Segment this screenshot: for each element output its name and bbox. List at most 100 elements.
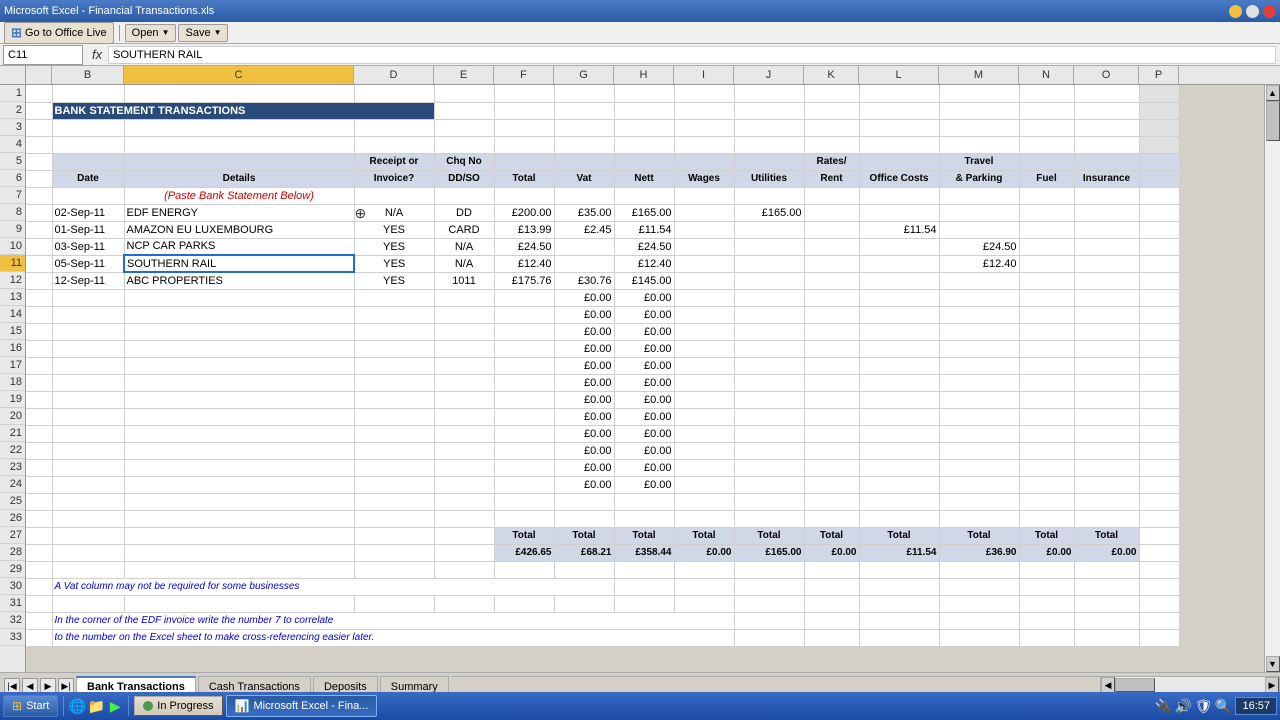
cell-m12[interactable] — [939, 272, 1019, 289]
tray-network-icon[interactable]: 🔌 — [1155, 698, 1171, 714]
cell-m14[interactable] — [939, 306, 1019, 323]
cell-j9[interactable] — [734, 221, 804, 238]
cell-m31[interactable] — [939, 595, 1019, 612]
cell-i9[interactable] — [674, 221, 734, 238]
row-num-3[interactable]: 3 — [0, 119, 25, 136]
cell-j3[interactable] — [734, 119, 804, 136]
cell-d13[interactable] — [354, 289, 434, 306]
cell-b32-note2[interactable]: In the corner of the EDF invoice write t… — [52, 612, 734, 629]
cell-p4[interactable] — [1139, 136, 1179, 153]
row-num-31[interactable]: 31 — [0, 595, 25, 612]
cell-b13[interactable] — [52, 289, 124, 306]
cell-j15[interactable] — [734, 323, 804, 340]
cell-j5-utilities[interactable] — [734, 153, 804, 170]
hscroll-thumb[interactable] — [1115, 678, 1155, 692]
cell-g26[interactable] — [554, 510, 614, 527]
col-header-i[interactable]: I — [674, 66, 734, 84]
row-num-10[interactable]: 10 — [0, 238, 25, 255]
cell-d19[interactable] — [354, 391, 434, 408]
row-num-29[interactable]: 29 — [0, 561, 25, 578]
cell-c14[interactable] — [124, 306, 354, 323]
cell-g15[interactable]: £0.00 — [554, 323, 614, 340]
cell-c3[interactable] — [124, 119, 354, 136]
cell-j29[interactable] — [734, 561, 804, 578]
cell-l20[interactable] — [859, 408, 939, 425]
cell-l29[interactable] — [859, 561, 939, 578]
cell-i18[interactable] — [674, 374, 734, 391]
cell-l16[interactable] — [859, 340, 939, 357]
cell-n15[interactable] — [1019, 323, 1074, 340]
cell-g31[interactable] — [554, 595, 614, 612]
cell-l33[interactable] — [859, 629, 939, 646]
cell-b18[interactable] — [52, 374, 124, 391]
row-num-5[interactable]: 5 — [0, 153, 25, 170]
cell-i16[interactable] — [674, 340, 734, 357]
cell-l12[interactable] — [859, 272, 939, 289]
cell-a14[interactable] — [26, 306, 52, 323]
cell-a2[interactable] — [26, 102, 52, 119]
cell-d24[interactable] — [354, 476, 434, 493]
cell-n28-val[interactable]: £0.00 — [1019, 544, 1074, 561]
cell-c16[interactable] — [124, 340, 354, 357]
cell-b33-note3[interactable]: to the number on the Excel sheet to make… — [52, 629, 734, 646]
cell-n26[interactable] — [1019, 510, 1074, 527]
cell-e12-chq[interactable]: 1011 — [434, 272, 494, 289]
cell-d10-receipt[interactable]: YES — [354, 238, 434, 255]
cell-n14[interactable] — [1019, 306, 1074, 323]
cell-h26[interactable] — [614, 510, 674, 527]
cell-h5-nett[interactable] — [614, 153, 674, 170]
cell-o12[interactable] — [1074, 272, 1139, 289]
row-num-4[interactable]: 4 — [0, 136, 25, 153]
col-header-h[interactable]: H — [614, 66, 674, 84]
col-header-k[interactable]: K — [804, 66, 859, 84]
cell-a20[interactable] — [26, 408, 52, 425]
cell-b31[interactable] — [52, 595, 124, 612]
cell-c26[interactable] — [124, 510, 354, 527]
cell-e31[interactable] — [434, 595, 494, 612]
cell-i26[interactable] — [674, 510, 734, 527]
cell-i27-total[interactable]: Total — [674, 527, 734, 544]
cell-e4[interactable] — [434, 136, 494, 153]
cell-o29[interactable] — [1074, 561, 1139, 578]
cell-h3[interactable] — [614, 119, 674, 136]
cell-h4[interactable] — [614, 136, 674, 153]
cell-p14[interactable] — [1139, 306, 1179, 323]
col-header-n[interactable]: N — [1019, 66, 1074, 84]
cell-b6-date[interactable]: Date — [52, 170, 124, 187]
cell-b9-date[interactable]: 01-Sep-11 — [52, 221, 124, 238]
cell-h1[interactable] — [614, 85, 674, 102]
cell-j14[interactable] — [734, 306, 804, 323]
cell-i11[interactable] — [674, 255, 734, 272]
formula-input[interactable]: SOUTHERN RAIL — [108, 46, 1276, 64]
cell-e26[interactable] — [434, 510, 494, 527]
cell-k26[interactable] — [804, 510, 859, 527]
cell-i6-wages[interactable]: Wages — [674, 170, 734, 187]
cell-n20[interactable] — [1019, 408, 1074, 425]
cell-e19[interactable] — [434, 391, 494, 408]
cell-l5-office[interactable] — [859, 153, 939, 170]
row-num-11[interactable]: 11 — [0, 255, 25, 272]
cell-h31[interactable] — [614, 595, 674, 612]
cell-g22[interactable]: £0.00 — [554, 442, 614, 459]
cell-h15[interactable]: £0.00 — [614, 323, 674, 340]
cell-g1[interactable] — [554, 85, 614, 102]
cell-d26[interactable] — [354, 510, 434, 527]
cell-j19[interactable] — [734, 391, 804, 408]
cell-k6-rates2[interactable]: Rent — [804, 170, 859, 187]
row-num-16[interactable]: 16 — [0, 340, 25, 357]
cell-f20[interactable] — [494, 408, 554, 425]
cell-i2[interactable] — [674, 102, 734, 119]
cell-k21[interactable] — [804, 425, 859, 442]
cell-e10-chq[interactable]: N/A — [434, 238, 494, 255]
cell-l4[interactable] — [859, 136, 939, 153]
cell-e9-chq[interactable]: CARD — [434, 221, 494, 238]
cell-d5-receipt1[interactable]: Receipt or — [354, 153, 434, 170]
cell-f29[interactable] — [494, 561, 554, 578]
vertical-scrollbar[interactable]: ▲ ▼ — [1264, 85, 1280, 672]
in-progress-button[interactable]: In Progress — [134, 696, 222, 716]
cell-i20[interactable] — [674, 408, 734, 425]
cell-a24[interactable] — [26, 476, 52, 493]
cell-j28-val[interactable]: £165.00 — [734, 544, 804, 561]
cell-f22[interactable] — [494, 442, 554, 459]
col-header-f[interactable]: F — [494, 66, 554, 84]
